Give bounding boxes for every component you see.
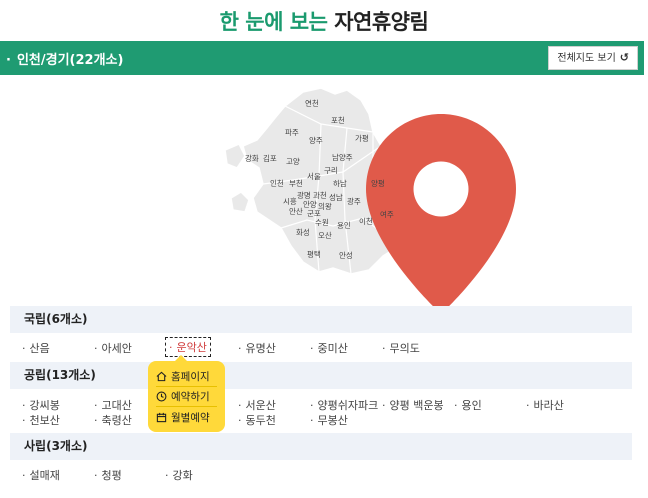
page-title-main: 자연휴양림 (334, 10, 429, 34)
region-map[interactable]: 연천 포천 파주 양주 가평 강화 김포 고양 남양주 구리 인천 부천 서울 … (223, 80, 516, 314)
home-icon (156, 371, 167, 382)
city-label: 여주 (380, 210, 394, 219)
city-label: 부천 (289, 179, 303, 188)
city-label: 구리 (324, 166, 338, 175)
section-national: 국립(6개소) (10, 306, 632, 333)
city-label: 평택 (307, 250, 321, 259)
homepage-label: 홈페이지 (171, 371, 210, 383)
view-all-map-button[interactable]: 전체지도 보기 ↺ (548, 46, 638, 70)
city-label: 가평 (355, 134, 369, 143)
city-label: 서울 (307, 172, 321, 181)
list-item[interactable]: · 용인 (454, 397, 482, 413)
region-header-bar: · 인천/경기(22개소) 전체지도 보기 ↺ (0, 41, 644, 75)
city-label: 이천 (359, 217, 373, 226)
list-item[interactable]: · 중미산 (310, 340, 348, 356)
section-public: 공립(13개소) (10, 362, 632, 389)
list-item[interactable]: · 축령산 (94, 412, 132, 428)
reservation-label: 예약하기 (171, 391, 210, 403)
page-title: 한 눈에 보는 자연휴양림 (0, 6, 648, 36)
city-label: 고양 (286, 157, 300, 166)
region-title: · 인천/경기(22개소) (6, 53, 124, 68)
city-label: 남양주 (332, 153, 353, 162)
city-label: 연천 (305, 99, 319, 108)
city-label: 용인 (337, 221, 351, 230)
city-label: 안산 (289, 207, 303, 216)
city-label: 포천 (331, 116, 345, 125)
region-title-text: 인천/경기(22개소) (16, 53, 124, 68)
homepage-link[interactable]: 홈페이지 (156, 367, 217, 387)
list-item[interactable]: · 고대산 (94, 397, 132, 413)
list-item[interactable]: · 설매재 (22, 467, 60, 483)
city-label: 하남 (333, 179, 347, 188)
section-private: 사립(3개소) (10, 433, 632, 460)
list-item[interactable]: · 유명산 (238, 340, 276, 356)
city-label: 광주 (347, 197, 361, 206)
list-item[interactable]: · 동두천 (238, 412, 276, 428)
calendar-icon (156, 412, 167, 422)
city-label: 김포 (263, 154, 277, 163)
monthly-reservation-label: 월별예약 (171, 411, 210, 424)
list-item[interactable]: · 강화 (165, 467, 193, 483)
city-label: 강화 (245, 154, 259, 163)
list-item[interactable]: · 청평 (94, 467, 122, 483)
list-item[interactable]: · 강씨봉 (22, 397, 60, 413)
list-item[interactable]: · 양평쉬자파크 (310, 397, 378, 413)
forest-action-popup: 홈페이지 예약하기 월별예약 (148, 355, 225, 432)
list-item-selected[interactable]: · 운악산 (165, 337, 211, 357)
list-item[interactable]: · 산음 (22, 340, 50, 356)
city-label: 인천 (270, 179, 284, 188)
clock-icon (156, 391, 167, 402)
city-label: 오산 (318, 231, 332, 240)
list-item[interactable]: · 서운산 (238, 397, 276, 413)
list-item[interactable]: · 바라산 (526, 397, 564, 413)
list-item[interactable]: · 양평 백운봉 (382, 397, 444, 413)
reservation-link[interactable]: 예약하기 (156, 387, 217, 407)
city-label: 파주 (285, 128, 299, 137)
city-label: 화성 (296, 228, 310, 237)
refresh-icon: ↺ (619, 51, 629, 64)
list-item[interactable]: · 무의도 (382, 340, 420, 356)
city-label: 양주 (309, 136, 323, 145)
city-label: 안성 (339, 251, 353, 260)
city-label: 수원 (315, 218, 329, 227)
list-item[interactable]: · 천보산 (22, 412, 60, 428)
view-all-map-label: 전체지도 보기 (557, 53, 616, 64)
page-title-highlight: 한 눈에 보는 (219, 10, 328, 34)
location-pin-icon[interactable] (341, 114, 541, 314)
city-label: 양평 (371, 179, 385, 188)
list-item[interactable]: · 아세안 (94, 340, 132, 356)
list-item[interactable]: · 무봉산 (310, 412, 348, 428)
monthly-reservation-link[interactable]: 월별예약 (156, 407, 217, 427)
